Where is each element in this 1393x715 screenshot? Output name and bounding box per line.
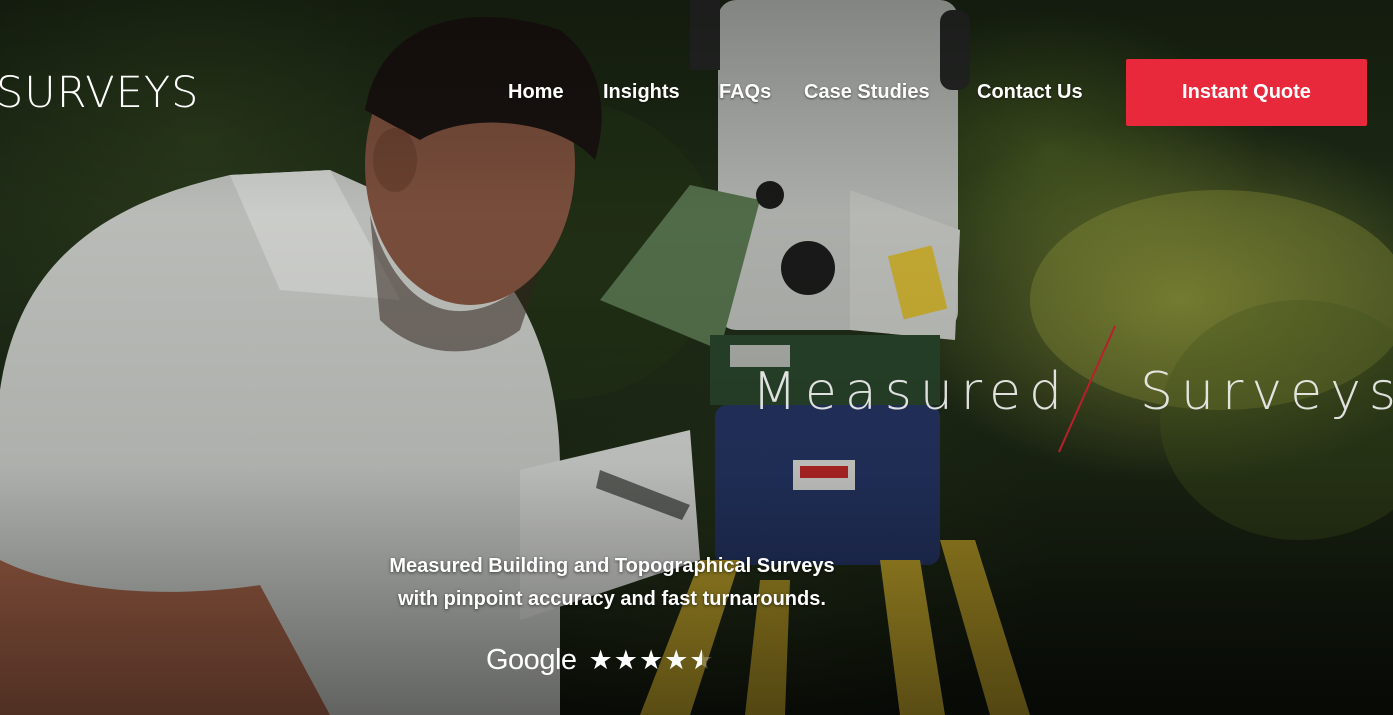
star-icon: ★ xyxy=(664,645,690,675)
main-navigation: Home Insights FAQs Case Studies Contact … xyxy=(508,77,1102,107)
nav-item-home[interactable]: Home xyxy=(508,77,603,107)
nav-item-faqs[interactable]: FAQs xyxy=(719,77,804,107)
hero-headline: Measured Surveys xyxy=(752,360,1393,424)
google-logo: Google xyxy=(486,644,577,676)
star-icon: ★ xyxy=(613,645,639,675)
rating-stars: ★★★★★★ xyxy=(589,640,715,680)
hero-section: SURVEYS Home Insights FAQs Case Studies … xyxy=(0,0,1393,715)
instant-quote-button[interactable]: Instant Quote xyxy=(1126,59,1367,126)
nav-item-contact-us[interactable]: Contact Us xyxy=(977,77,1102,107)
star-icon: ★ xyxy=(638,645,665,675)
nav-item-case-studies[interactable]: Case Studies xyxy=(804,77,977,107)
tagline-line-1: Measured Building and Topographical Surv… xyxy=(389,555,835,577)
site-logo[interactable]: SURVEYS xyxy=(0,66,199,120)
google-rating[interactable]: Google ★★★★★★ xyxy=(486,640,715,680)
headline-word-surveys: Surveys xyxy=(1140,362,1393,422)
headline-word-measured: Measured xyxy=(752,362,1071,422)
hero-tagline: Measured Building and Topographical Surv… xyxy=(312,550,912,616)
half-star-icon: ★★ xyxy=(689,645,715,675)
tagline-line-2: with pinpoint accuracy and fast turnarou… xyxy=(398,588,826,610)
star-icon: ★ xyxy=(588,645,614,675)
nav-item-insights[interactable]: Insights xyxy=(603,77,719,107)
